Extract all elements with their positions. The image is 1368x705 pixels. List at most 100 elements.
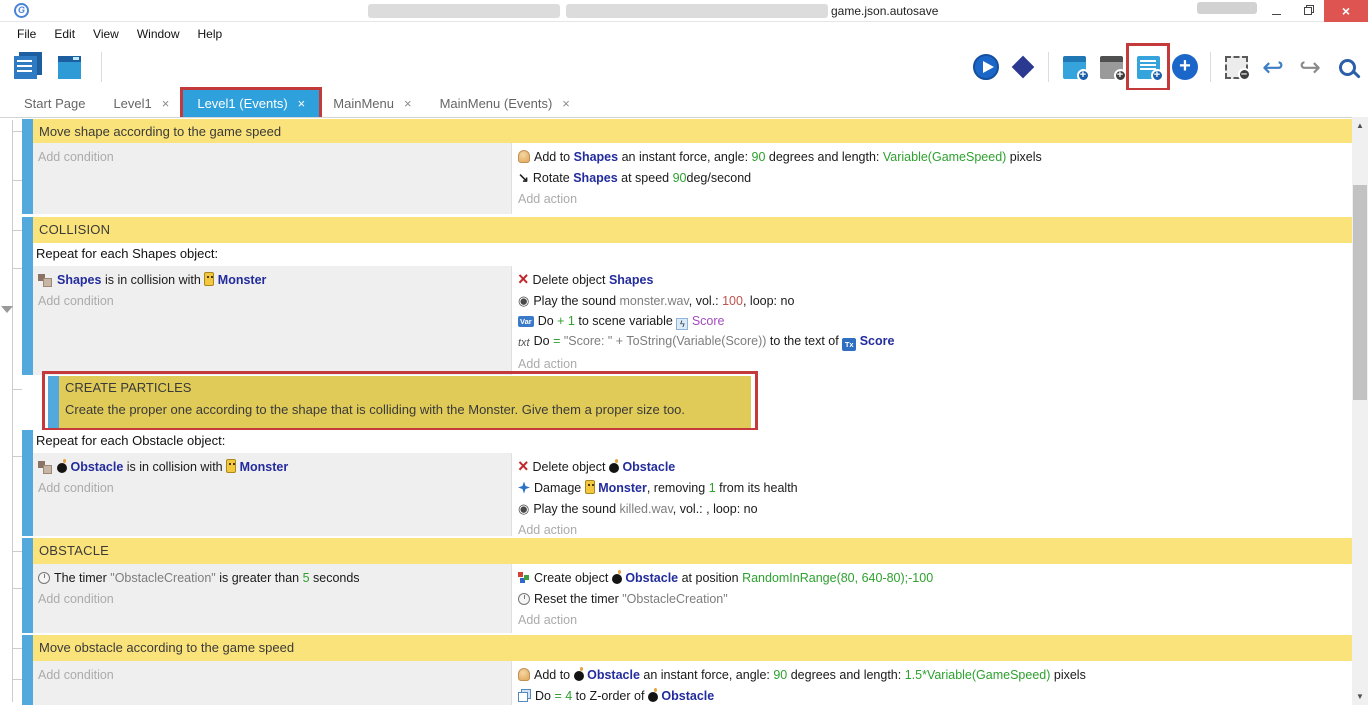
project-manager-icon[interactable] — [10, 50, 40, 84]
add-action-button[interactable]: Add action — [518, 188, 1352, 209]
play-icon[interactable] — [971, 50, 1001, 84]
action-row[interactable]: Add to Obstacle an instant force, angle:… — [518, 664, 1352, 685]
tab-level1-events[interactable]: Level1 (Events)× — [183, 90, 319, 117]
collapse-arrow-icon[interactable] — [1, 306, 13, 313]
action-row[interactable]: Do + 1 to scene variable Score — [518, 311, 1352, 332]
search-icon[interactable] — [1332, 50, 1362, 84]
add-subevent-icon[interactable]: + — [1096, 50, 1126, 84]
action-row[interactable]: Create object Obstacle at position Rando… — [518, 567, 1352, 588]
add-action-button[interactable]: Add action — [518, 519, 1352, 540]
menu-edit[interactable]: Edit — [45, 27, 84, 41]
delete-event-icon[interactable]: – — [1221, 50, 1251, 84]
event-selection-bar[interactable] — [48, 376, 59, 429]
action-row[interactable]: Delete object Obstacle — [518, 456, 1352, 477]
condition-row[interactable]: The timer "ObstacleCreation" is greater … — [38, 567, 511, 588]
close-tab-icon[interactable]: × — [562, 96, 570, 111]
event-selection-bar[interactable] — [22, 430, 33, 536]
group-event[interactable]: COLLISION — [22, 217, 1352, 243]
debug-icon[interactable] — [1008, 50, 1038, 84]
event-selection-bar[interactable] — [22, 143, 33, 214]
menu-file[interactable]: File — [8, 27, 45, 41]
scrollbar-thumb[interactable] — [1353, 185, 1367, 400]
comment-event[interactable]: Move obstacle according to the game spee… — [22, 635, 1352, 661]
actions-column[interactable]: Delete object Shapes Play the sound mons… — [511, 266, 1352, 375]
add-condition-button[interactable]: Add condition — [38, 588, 511, 609]
event-selection-bar[interactable] — [22, 217, 33, 243]
close-button[interactable]: × — [1324, 0, 1368, 22]
comment-text[interactable]: Move shape according to the game speed — [33, 119, 1352, 143]
action-row[interactable]: Rotate Shapes at speed 90deg/second — [518, 167, 1352, 188]
foreach-header[interactable]: Repeat for each Obstacle object: — [33, 430, 1352, 453]
tab-mainmenu-events[interactable]: MainMenu (Events)× — [426, 90, 584, 117]
conditions-column[interactable]: Add condition — [33, 143, 511, 214]
standard-event[interactable]: Add condition Add to Obstacle an instant… — [22, 661, 1352, 705]
comment-event-selected[interactable]: CREATE PARTICLES Create the proper one a… — [48, 376, 751, 429]
menu-window[interactable]: Window — [128, 27, 189, 41]
action-row[interactable]: Play the sound killed.wav, vol.: , loop:… — [518, 498, 1352, 519]
action-row[interactable]: Reset the timer "ObstacleCreation" — [518, 588, 1352, 609]
close-tab-icon[interactable]: × — [298, 96, 306, 111]
condition-row[interactable]: Shapes is in collision with Monster — [38, 269, 511, 290]
add-event-icon[interactable]: + — [1059, 50, 1089, 84]
action-row[interactable]: Play the sound monster.wav, vol.: 100, l… — [518, 290, 1352, 311]
action-row[interactable]: Do = 4 to Z-order of Obstacle — [518, 685, 1352, 705]
standard-event[interactable]: The timer "ObstacleCreation" is greater … — [22, 564, 1352, 633]
add-condition-button[interactable]: Add condition — [38, 290, 511, 311]
add-other-event-icon[interactable]: + — [1170, 50, 1200, 84]
add-action-button[interactable]: Add action — [518, 609, 1352, 630]
scroll-down-icon[interactable]: ▼ — [1352, 688, 1368, 705]
maximize-button[interactable] — [1292, 0, 1324, 22]
add-comment-icon[interactable]: + — [1133, 50, 1163, 84]
add-condition-button[interactable]: Add condition — [38, 664, 511, 685]
action-row[interactable]: Do = "Score: " + ToString(Variable(Score… — [518, 332, 1352, 353]
add-condition-button[interactable]: Add condition — [38, 477, 511, 498]
menu-help[interactable]: Help — [189, 27, 232, 41]
comment-text[interactable]: Move obstacle according to the game spee… — [33, 635, 1352, 661]
menu-view[interactable]: View — [84, 27, 128, 41]
foreach-event[interactable]: Repeat for each Shapes object: Shapes is… — [22, 243, 1352, 375]
comment-description[interactable]: Create the proper one according to the s… — [65, 402, 751, 417]
group-title[interactable]: OBSTACLE — [33, 538, 1352, 564]
event-selection-bar[interactable] — [22, 661, 33, 705]
event-selection-bar[interactable] — [22, 243, 33, 375]
close-tab-icon[interactable]: × — [162, 96, 170, 111]
actions-column[interactable]: Create object Obstacle at position Rando… — [511, 564, 1352, 633]
group-event[interactable]: OBSTACLE — [22, 538, 1352, 564]
conditions-column[interactable]: Shapes is in collision with Monster Add … — [33, 266, 511, 375]
comment-event[interactable]: Move shape according to the game speed — [22, 119, 1352, 143]
event-selection-bar[interactable] — [22, 564, 33, 633]
standard-event[interactable]: Add condition Add to Shapes an instant f… — [22, 143, 1352, 214]
text-object-icon — [842, 338, 856, 351]
action-row[interactable]: Damage Monster, removing 1 from its heal… — [518, 477, 1352, 498]
scroll-up-icon[interactable]: ▲ — [1352, 117, 1368, 134]
condition-row[interactable]: Obstacle is in collision with Monster — [38, 456, 511, 477]
tab-level1[interactable]: Level1× — [99, 90, 183, 117]
undo-icon[interactable]: ↩ — [1258, 50, 1288, 84]
condition-text: Shapes is in collision with Monster — [57, 272, 266, 287]
close-tab-icon[interactable]: × — [404, 96, 412, 111]
foreach-header[interactable]: Repeat for each Shapes object: — [33, 243, 1352, 266]
conditions-column[interactable]: Obstacle is in collision with Monster Ad… — [33, 453, 511, 536]
minimize-button[interactable] — [1260, 0, 1292, 22]
scene-editor-icon[interactable] — [54, 50, 84, 84]
event-selection-bar[interactable] — [22, 119, 33, 143]
event-selection-bar[interactable] — [22, 635, 33, 661]
group-title[interactable]: COLLISION — [33, 217, 1352, 243]
comment-title[interactable]: CREATE PARTICLES — [65, 380, 751, 395]
redo-icon[interactable]: ↪ — [1295, 50, 1325, 84]
vertical-scrollbar[interactable]: ▲ ▼ — [1352, 117, 1368, 705]
tab-start-page[interactable]: Start Page — [10, 90, 99, 117]
action-row[interactable]: Delete object Shapes — [518, 269, 1352, 290]
foreach-event[interactable]: Repeat for each Obstacle object: Obstacl… — [22, 430, 1352, 536]
conditions-column[interactable]: Add condition — [33, 661, 511, 705]
actions-column[interactable]: Delete object Obstacle Damage Monster, r… — [511, 453, 1352, 536]
add-action-button[interactable]: Add action — [518, 353, 1352, 374]
damage-icon — [518, 482, 530, 494]
add-condition-button[interactable]: Add condition — [38, 146, 511, 167]
tab-mainmenu[interactable]: MainMenu× — [319, 90, 425, 117]
action-row[interactable]: Add to Shapes an instant force, angle: 9… — [518, 146, 1352, 167]
actions-column[interactable]: Add to Shapes an instant force, angle: 9… — [511, 143, 1352, 214]
conditions-column[interactable]: The timer "ObstacleCreation" is greater … — [33, 564, 511, 633]
event-selection-bar[interactable] — [22, 538, 33, 564]
actions-column[interactable]: Add to Obstacle an instant force, angle:… — [511, 661, 1352, 705]
